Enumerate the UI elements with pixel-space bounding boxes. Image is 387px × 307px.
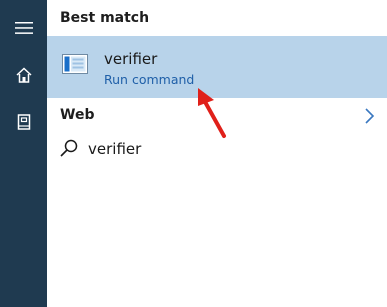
run-command-icon	[62, 54, 88, 74]
annotation-arrow	[198, 88, 226, 138]
home-button[interactable]	[0, 55, 47, 95]
notebook-button[interactable]	[0, 102, 47, 142]
notebook-icon	[17, 114, 30, 130]
web-suggestion-text: verifier	[88, 140, 142, 158]
web-suggestion[interactable]: verifier	[57, 136, 357, 164]
home-icon	[15, 67, 32, 83]
best-match-subtitle: Run command	[104, 72, 195, 87]
hamburger-icon	[14, 22, 33, 34]
search-icon	[60, 139, 78, 157]
web-section-label: Web	[60, 107, 95, 123]
menu-button[interactable]	[0, 8, 47, 48]
best-match-label: Best match	[60, 10, 150, 26]
results-pane: Best match verifier Run command Web veri…	[47, 0, 387, 307]
best-match-title: verifier	[104, 50, 158, 68]
left-rail	[0, 0, 47, 307]
chevron-right-icon[interactable]	[362, 107, 376, 125]
